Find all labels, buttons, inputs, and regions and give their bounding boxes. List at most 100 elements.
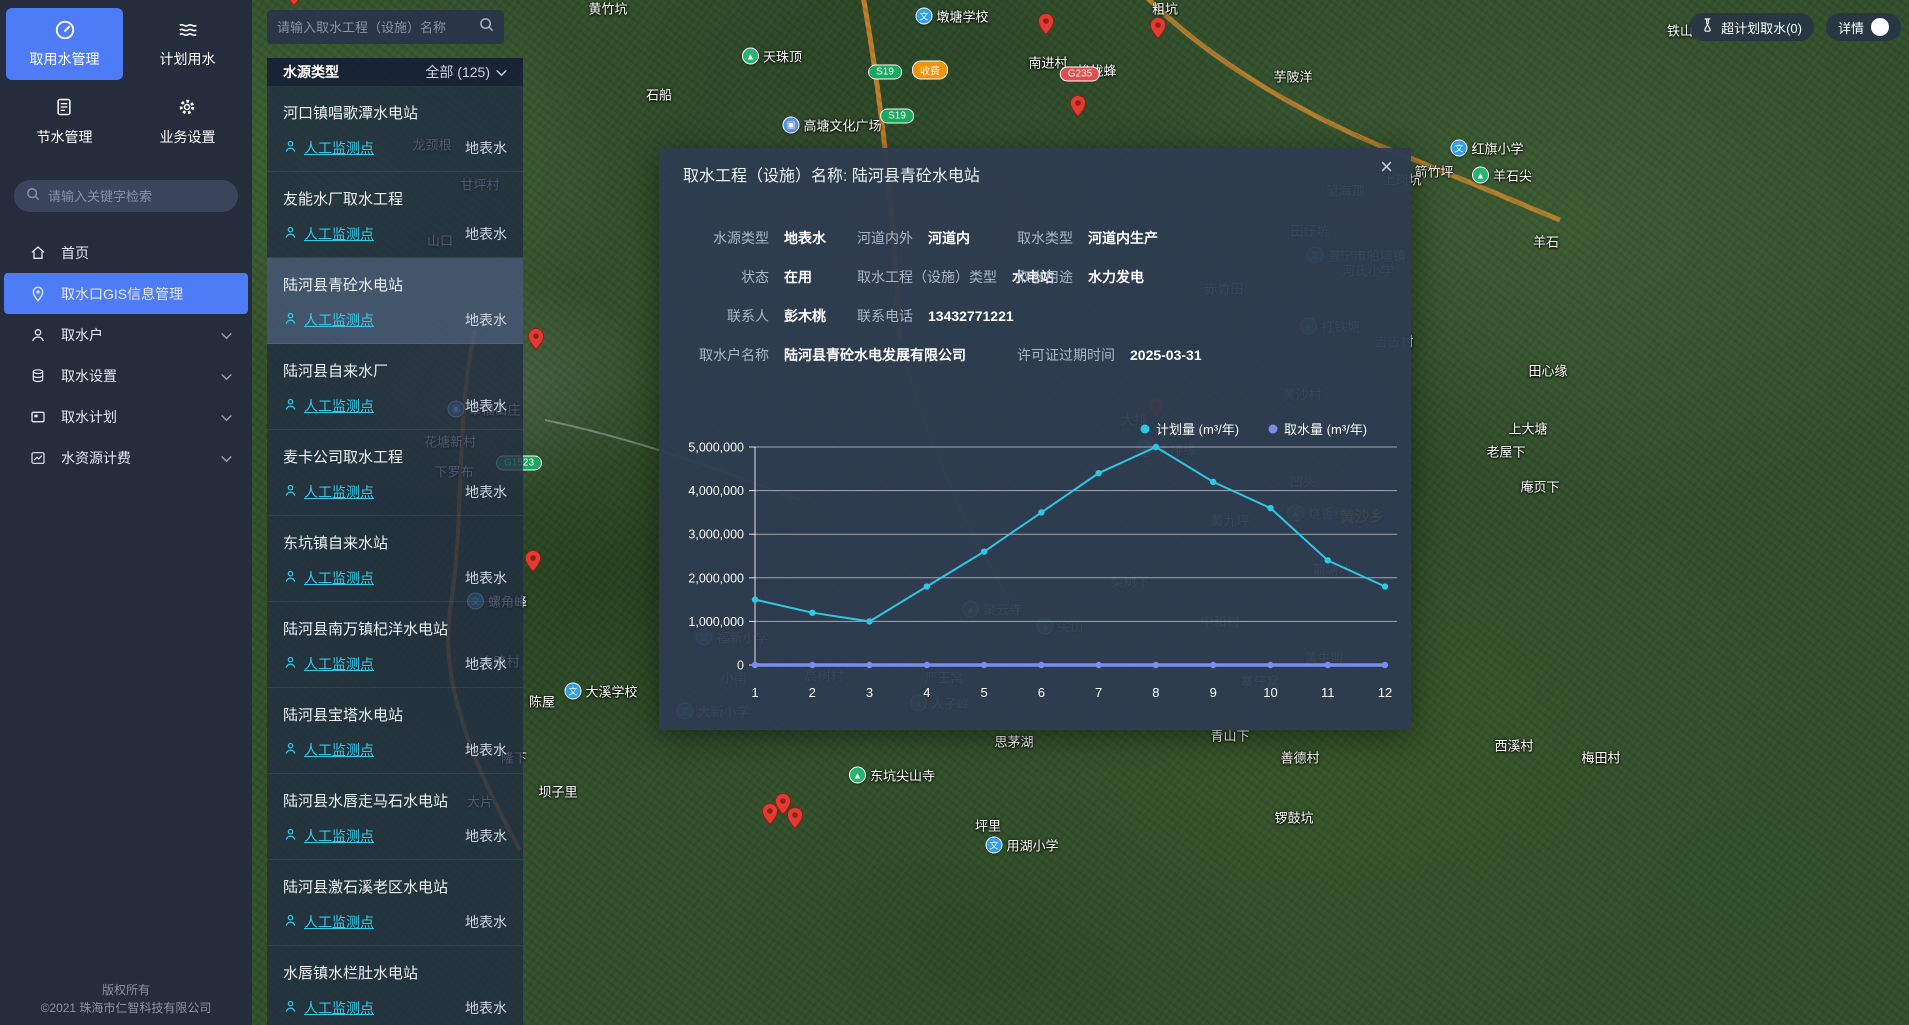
overplan-alert-pill[interactable]: 超计划取水(0) (1689, 13, 1814, 41)
station-name: 陆河县宝塔水电站 (283, 704, 507, 725)
red-pin-icon[interactable] (528, 327, 545, 355)
sidebar-item-label: 水资源计费 (61, 448, 131, 468)
monitor-type: 人工监测点 (283, 998, 374, 1018)
person-icon (283, 225, 298, 243)
station-list-item[interactable]: 陆河县青砼水电站人工监测点地表水 (267, 258, 523, 344)
source-type-filter[interactable]: 全部 (125) (425, 62, 507, 82)
sidebar-item-3[interactable]: 取水设置 (4, 355, 248, 396)
svg-text:1: 1 (751, 685, 758, 700)
sidebar-item-0[interactable]: 首页 (4, 232, 248, 273)
place-name: 庵页下 (1520, 477, 1559, 496)
app-tile-label: 计划用水 (160, 49, 216, 69)
poi-marker-icon[interactable]: ▲ (1472, 167, 1489, 184)
field-label: 联系人 (683, 306, 769, 326)
sidebar-item-2[interactable]: 取水户 (4, 314, 248, 355)
red-pin-icon[interactable] (525, 549, 542, 577)
red-pin-icon[interactable] (787, 806, 804, 834)
water-source-type: 地表水 (465, 482, 507, 502)
close-icon[interactable]: × (1380, 156, 1393, 178)
red-pin-icon[interactable] (1070, 94, 1087, 122)
station-list-item[interactable]: 陆河县南万镇杞洋水电站人工监测点地表水 (267, 602, 523, 688)
red-pin-icon[interactable] (1150, 16, 1167, 44)
place-name: 羊石尖 (1493, 166, 1532, 185)
map-place-label: 陈屋 (529, 692, 555, 711)
place-name: 大溪学校 (585, 682, 637, 701)
place-name: 梅田村 (1581, 748, 1620, 767)
station-list-item[interactable]: 陆河县激石溪老区水电站人工监测点地表水 (267, 860, 523, 946)
app-tile-2[interactable]: 节水管理 (6, 86, 123, 158)
poi-marker-icon[interactable]: ▲ (849, 767, 866, 784)
map-place-label: 善德村 (1280, 748, 1319, 767)
svg-text:0: 0 (737, 659, 744, 673)
station-list-item[interactable]: 东坑镇自来水站人工监测点地表水 (267, 516, 523, 602)
billing-chart-icon (30, 450, 46, 466)
school-marker-icon[interactable]: 文 (1450, 140, 1467, 157)
filter-value: 全部 (125) (425, 62, 490, 82)
monitor-type: 人工监测点 (283, 396, 374, 416)
source-type-label: 水源类型 (283, 62, 339, 82)
red-pin-icon[interactable] (1038, 12, 1055, 40)
sidebar-search[interactable] (14, 180, 238, 212)
app-tile-1[interactable]: 计划用水 (129, 8, 246, 80)
sidebar-item-label: 取水户 (61, 325, 103, 345)
road-badge: S19 (868, 65, 902, 80)
station-list-item[interactable]: 麦卡公司取水工程人工监测点地表水 (267, 430, 523, 516)
field-label: 联系电话 (857, 306, 913, 326)
station-list-item[interactable]: 陆河县宝塔水电站人工监测点地表水 (267, 688, 523, 774)
place-name: 高塘文化广场 (803, 116, 881, 135)
map-place-label: ▣高塘文化广场 (782, 116, 881, 135)
map-place-label: 上大塘 (1508, 419, 1547, 438)
svg-text:5: 5 (980, 685, 987, 700)
person-icon (283, 655, 298, 673)
station-list-item[interactable]: 水唇镇水栏肚水电站人工监测点地表水 (267, 946, 523, 1025)
sidebar: 取用水管理计划用水节水管理业务设置 首页取水口GIS信息管理取水户取水设置取水计… (0, 0, 252, 1025)
station-name: 水唇镇水栏肚水电站 (283, 962, 507, 983)
detail-toggle-pill[interactable]: 详情 (1826, 13, 1901, 41)
map-place-label: 庵页下 (1520, 477, 1559, 496)
school-marker-icon[interactable]: 文 (564, 683, 581, 700)
station-list-item[interactable]: 河口镇唱歌潭水电站人工监测点地表水 (267, 86, 523, 172)
sidebar-item-1[interactable]: 取水口GIS信息管理 (4, 273, 248, 314)
map-place-label: 文大溪学校 (564, 682, 637, 701)
svg-text:计划量 (m³/年): 计划量 (m³/年) (1156, 422, 1239, 437)
svg-text:6: 6 (1038, 685, 1045, 700)
station-search-input[interactable] (277, 20, 479, 35)
poi-marker-icon[interactable]: ▲ (742, 48, 759, 65)
svg-text:2,000,000: 2,000,000 (688, 571, 744, 585)
field-value: 地表水 (784, 228, 826, 248)
map-place-label: 黄竹坑 (588, 0, 627, 18)
field-value: 陆河县青砼水电发展有限公司 (784, 345, 966, 365)
sidebar-item-4[interactable]: 取水计划 (4, 396, 248, 437)
field-label: 取水工程（设施）类型 (857, 267, 997, 287)
person-icon (283, 827, 298, 845)
school-marker-icon[interactable]: 文 (915, 8, 932, 25)
field-value: 彭木桃 (784, 306, 826, 326)
map-place-label: 锣鼓坑 (1274, 808, 1313, 827)
station-list-item[interactable]: 陆河县自来水厂人工监测点地表水 (267, 344, 523, 430)
app-tile-3[interactable]: 业务设置 (129, 86, 246, 158)
person-icon (283, 397, 298, 415)
sidebar-item-label: 首页 (61, 243, 89, 263)
station-name: 河口镇唱歌潭水电站 (283, 102, 507, 123)
water-source-type: 地表水 (465, 912, 507, 932)
school-marker-icon[interactable]: 文 (985, 837, 1002, 854)
station-list-item[interactable]: 陆河县水唇走马石水电站人工监测点地表水 (267, 774, 523, 860)
sidebar-search-input[interactable] (48, 189, 226, 204)
building-marker-icon[interactable]: ▣ (782, 117, 799, 134)
search-icon[interactable] (479, 17, 494, 37)
station-list-item[interactable]: 友能水厂取水工程人工监测点地表水 (267, 172, 523, 258)
station-name: 陆河县自来水厂 (283, 360, 507, 381)
station-search[interactable] (267, 10, 504, 44)
svg-text:11: 11 (1321, 685, 1335, 700)
svg-text:3,000,000: 3,000,000 (688, 528, 744, 542)
sidebar-item-label: 取水口GIS信息管理 (61, 284, 183, 304)
field-value: 在用 (784, 267, 812, 287)
detail-toggle[interactable] (1871, 18, 1889, 36)
sidebar-item-5[interactable]: 水资源计费 (4, 437, 248, 478)
waves-icon (177, 19, 199, 41)
svg-text:10: 10 (1263, 685, 1277, 700)
place-name: 坪里 (975, 816, 1001, 835)
chevron-down-icon (221, 327, 232, 343)
svg-text:取水量 (m³/年): 取水量 (m³/年) (1284, 422, 1367, 437)
app-tile-0[interactable]: 取用水管理 (6, 8, 123, 80)
